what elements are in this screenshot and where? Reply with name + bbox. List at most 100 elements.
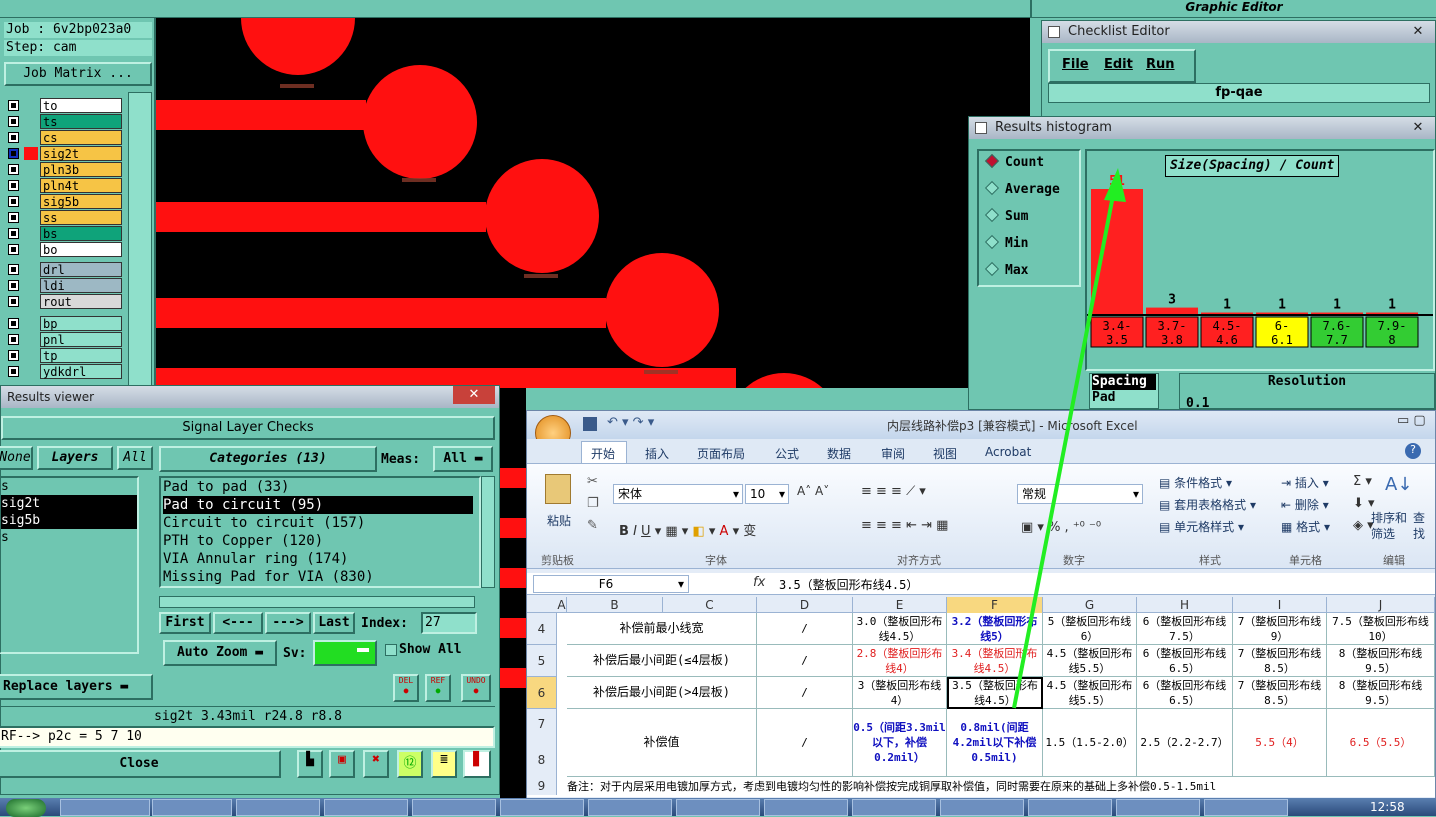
row-label-cell[interactable]: 补偿后最小间距(≤4层板)	[567, 645, 757, 677]
histogram-bar[interactable]	[1146, 307, 1198, 315]
taskbar-app[interactable]	[500, 799, 584, 816]
delete-tool-button[interactable]: DEL ●	[393, 674, 419, 702]
layer-checkbox[interactable]	[8, 116, 19, 127]
cut-icon[interactable]: ✂	[587, 474, 598, 489]
close-button[interactable]: Close	[0, 750, 281, 778]
row-header[interactable]: 4	[527, 613, 557, 645]
save-icon[interactable]	[583, 417, 597, 431]
column-header-E[interactable]: E	[853, 597, 947, 613]
layer-row-bs[interactable]: bs	[6, 226, 124, 241]
layer-checkbox[interactable]	[8, 196, 19, 207]
layer-name[interactable]: ss	[40, 210, 122, 225]
tab-review[interactable]: 审阅	[881, 445, 905, 462]
layer-scrollbar[interactable]	[128, 92, 152, 388]
close-icon[interactable]: ✕	[1407, 21, 1429, 43]
layer-checkbox[interactable]	[8, 296, 19, 307]
data-cell[interactable]: 8（整板回形布线9.5）	[1327, 645, 1435, 677]
taskbar-app[interactable]	[1116, 799, 1200, 816]
tool-icon-2[interactable]: ▣	[329, 750, 355, 778]
format-painter-icon[interactable]: ✎	[587, 518, 598, 533]
row-label-cell[interactable]: 补偿前最小线宽	[567, 613, 757, 645]
insert-cells-button[interactable]: ⇥ 插入 ▾	[1281, 474, 1329, 491]
note-cell[interactable]: 备注：对于内层采用电镀加厚方式，考虑到电镀均匀性的影响补偿按完成铜厚取补偿值，同…	[567, 779, 1367, 795]
close-icon[interactable]: ✕	[453, 386, 495, 404]
close-icon[interactable]: ✕	[1407, 117, 1429, 139]
filter-layers[interactable]: Layers	[37, 446, 113, 470]
layer-checkbox[interactable]	[8, 318, 19, 329]
ref-tool-button[interactable]: REF ●	[425, 674, 451, 702]
row-label-cell[interactable]: 补偿后最小间距(>4层板)	[567, 677, 757, 709]
data-cell[interactable]: 6（整板回形布线7.5）	[1137, 613, 1233, 645]
layer-name[interactable]: sig2t	[40, 146, 122, 161]
layer-checkbox[interactable]	[8, 164, 19, 175]
layer-list-item[interactable]: sig5b	[1, 512, 137, 529]
conditional-format-button[interactable]: ▤ 条件格式 ▾	[1159, 474, 1232, 491]
column-header-B[interactable]: B	[567, 597, 663, 613]
layer-row-cs[interactable]: cs	[6, 130, 124, 145]
autosum-icon[interactable]: Σ ▾	[1353, 474, 1372, 489]
layer-row-pln4t[interactable]: pln4t	[6, 178, 124, 193]
tool-icon-5[interactable]: ≣	[431, 750, 457, 778]
taskbar-app[interactable]	[1028, 799, 1112, 816]
data-cell[interactable]: 2.8（整板回形布线4）	[853, 645, 947, 677]
data-cell[interactable]: 2.5（2.2-2.7）	[1137, 709, 1233, 777]
menu-run[interactable]: Run	[1146, 57, 1175, 72]
category-item[interactable]: PTH to Copper (120)	[163, 532, 479, 550]
next-button[interactable]: --->	[265, 612, 311, 634]
fill-icon[interactable]: ⬇ ▾	[1353, 496, 1375, 511]
data-cell[interactable]: 7.5（整板回形布线10）	[1327, 613, 1435, 645]
job-matrix-button[interactable]: Job Matrix ...	[4, 62, 152, 86]
undo-icon[interactable]: ↶ ▾ ↷ ▾	[607, 415, 654, 430]
layer-row-sig5b[interactable]: sig5b	[6, 194, 124, 209]
layer-name[interactable]: drl	[40, 262, 122, 277]
sort-filter-label[interactable]: 排序和筛选	[1371, 510, 1411, 542]
last-button[interactable]: Last	[313, 612, 355, 634]
cell-d[interactable]: /	[757, 613, 853, 645]
row-header[interactable]: 6	[527, 677, 557, 709]
data-cell[interactable]: 7（整板回形布线8.5）	[1233, 677, 1327, 709]
show-all-checkbox[interactable]	[385, 644, 397, 656]
tab-page-layout[interactable]: 页面布局	[697, 445, 745, 462]
start-button-icon[interactable]	[6, 799, 46, 817]
category-item[interactable]: VIA Annular ring (174)	[163, 550, 479, 568]
undo-tool-button[interactable]: UNDO ●	[461, 674, 491, 702]
sort-filter-icon[interactable]: A↓	[1385, 474, 1412, 495]
clock[interactable]: 12:58	[1370, 800, 1405, 814]
tab-formulas[interactable]: 公式	[775, 445, 799, 462]
layer-name[interactable]: pln4t	[40, 178, 122, 193]
category-item[interactable]: Pad to pad (33)	[163, 478, 479, 496]
chart-icon[interactable]: ▊	[463, 750, 491, 778]
categories-list[interactable]: Pad to pad (33) Pad to circuit (95) Circ…	[159, 476, 481, 588]
taskbar-app[interactable]	[324, 799, 408, 816]
resolution-value[interactable]: 0.1	[1186, 396, 1209, 411]
layer-checkbox[interactable]	[8, 180, 19, 191]
format-as-table-button[interactable]: ▤ 套用表格格式 ▾	[1159, 496, 1256, 513]
row-header[interactable]: 9	[527, 777, 557, 795]
layer-name[interactable]: ts	[40, 114, 122, 129]
layer-name[interactable]: tp	[40, 348, 122, 363]
categories-hscrollbar[interactable]	[159, 596, 475, 608]
align-top-icons[interactable]: ≡ ≡ ≡ ⟋ ▾	[861, 484, 926, 499]
excel-titlebar[interactable]: ↶ ▾ ↷ ▾ 内层线路补偿p3 [兼容模式] - Microsoft Exce…	[527, 411, 1435, 451]
layer-name[interactable]: rout	[40, 294, 122, 309]
category-item[interactable]: Circuit to circuit (157)	[163, 514, 479, 532]
taskbar-app[interactable]	[60, 799, 150, 816]
layer-checkbox[interactable]	[8, 244, 19, 255]
column-header-H[interactable]: H	[1137, 597, 1233, 613]
results-layer-list[interactable]: s sig2t sig5b s	[0, 476, 139, 654]
row-header[interactable]: 5	[527, 645, 557, 677]
data-cell[interactable]: 7（整板回形布线8.5）	[1233, 645, 1327, 677]
data-cell[interactable]: 3（整板回形布线4）	[853, 677, 947, 709]
paste-icon[interactable]	[545, 474, 571, 504]
layer-name[interactable]: ldi	[40, 278, 122, 293]
layer-name[interactable]: pnl	[40, 332, 122, 347]
layer-checkbox[interactable]	[8, 148, 19, 159]
data-cell[interactable]: 8（整板回形布线9.5）	[1327, 677, 1435, 709]
tool-icon-1[interactable]: ▙	[297, 750, 323, 778]
layer-row-bo[interactable]: bo	[6, 242, 124, 257]
layer-checkbox[interactable]	[8, 334, 19, 345]
category-item[interactable]: Missing Pad for VIA (830)	[163, 568, 479, 586]
cell-d[interactable]: /	[757, 677, 853, 709]
layer-row-ss[interactable]: ss	[6, 210, 124, 225]
taskbar-app[interactable]	[588, 799, 672, 816]
